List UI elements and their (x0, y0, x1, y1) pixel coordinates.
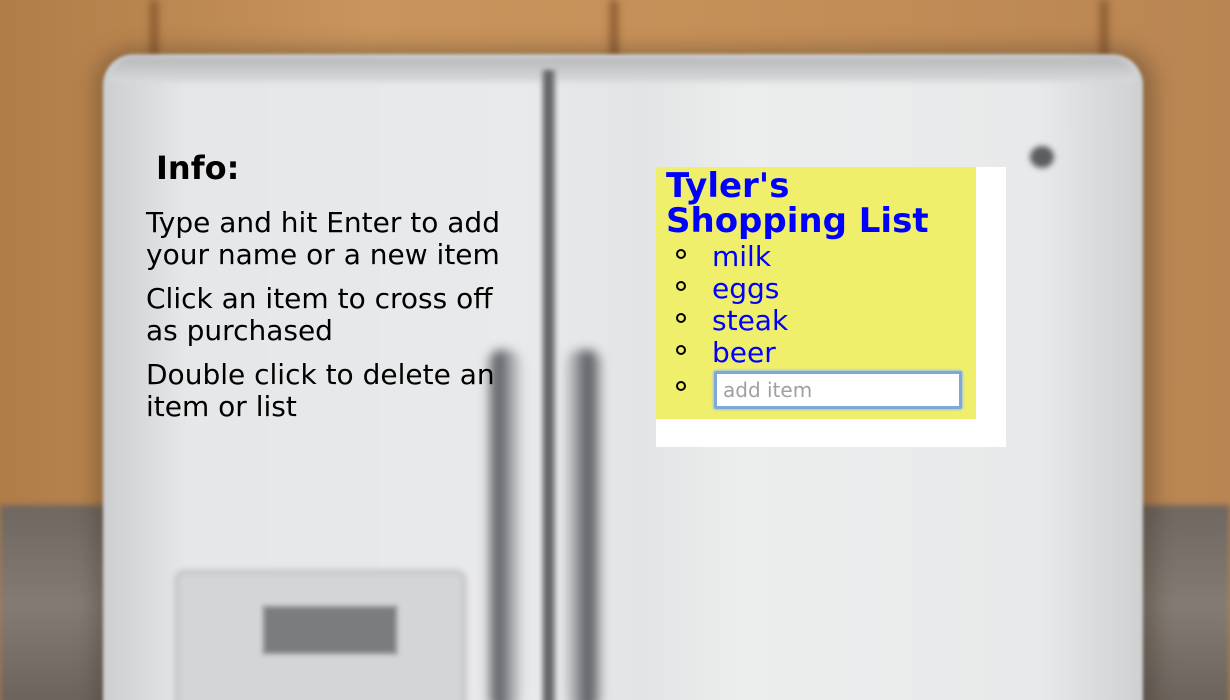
info-panel: Info: Type and hit Enter to add your nam… (146, 146, 516, 435)
fridge-handle-right (566, 350, 602, 700)
list-item[interactable]: steak (676, 305, 966, 337)
bullet-circle-icon (676, 281, 686, 291)
bullet-circle-icon (676, 249, 686, 259)
bullet-circle-icon (676, 381, 686, 391)
list-title[interactable]: Tyler's Shopping List (666, 169, 976, 239)
list-item-label[interactable]: beer (712, 337, 776, 369)
shopping-list-card: Tyler's Shopping List milk eggs steak be… (656, 167, 1006, 447)
shopping-list-note[interactable]: Tyler's Shopping List milk eggs steak be… (656, 167, 976, 419)
list-item-label[interactable]: milk (712, 241, 771, 273)
info-instruction-add: Type and hit Enter to add your name or a… (146, 206, 500, 271)
bullet-circle-icon (676, 345, 686, 355)
list-item-label[interactable]: eggs (712, 273, 779, 305)
info-heading: Info: (156, 149, 240, 187)
list-item[interactable]: milk (676, 241, 966, 273)
add-item-input[interactable] (714, 371, 962, 409)
fridge-door-gap (542, 70, 556, 700)
add-item-row (676, 371, 976, 411)
fridge-top-edge (110, 56, 1135, 82)
list-item-label[interactable]: steak (712, 305, 788, 337)
list-item[interactable]: beer (676, 337, 966, 369)
info-instruction-delete: Double click to delete an item or list (146, 358, 495, 423)
info-instruction-cross-off: Click an item to cross off as purchased (146, 282, 493, 347)
fridge-logo (1030, 146, 1054, 168)
bullet-circle-icon (676, 313, 686, 323)
dispenser-display (262, 605, 398, 655)
list-item[interactable]: eggs (676, 273, 966, 305)
